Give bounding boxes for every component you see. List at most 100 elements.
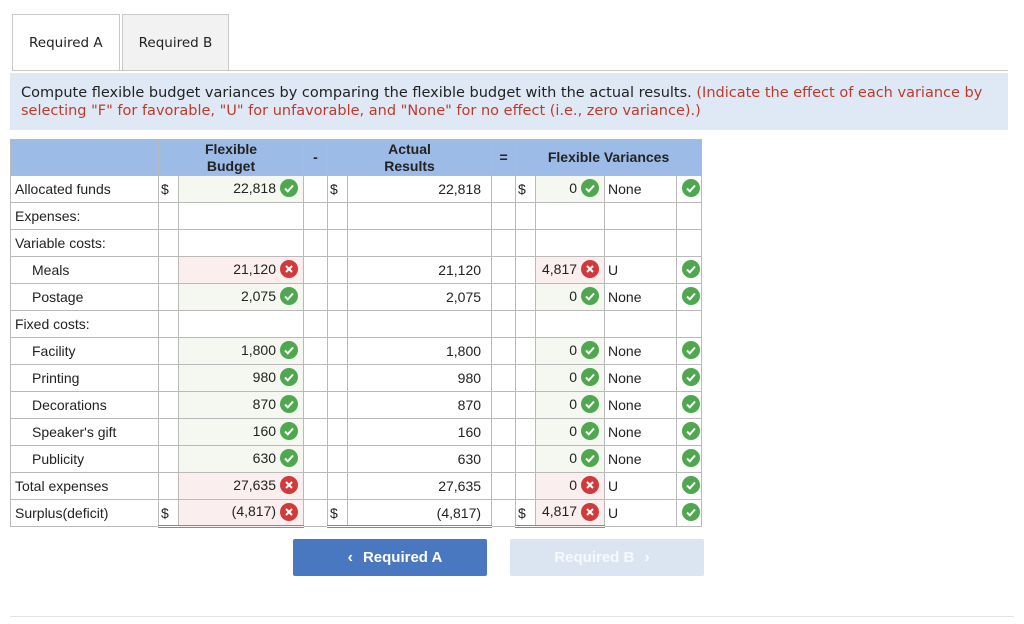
check-circle-icon	[581, 341, 600, 360]
actual-value: 870	[347, 391, 493, 419]
actual-value: 1,800	[347, 337, 493, 365]
currency-sign: $	[158, 175, 179, 203]
check-circle-icon	[280, 368, 299, 387]
header-flexible-budget: Flexible Budget	[157, 139, 305, 176]
variance-input[interactable]: 0	[535, 445, 606, 473]
check-circle-icon	[581, 395, 600, 414]
check-circle-icon	[682, 449, 701, 468]
flexible-budget-input[interactable]: (4,817)	[177, 499, 305, 528]
table-row: Fixed costs:	[10, 310, 703, 338]
effect-feedback	[676, 391, 703, 419]
effect-feedback	[676, 445, 703, 473]
tab-bar: Required A Required B	[12, 14, 230, 71]
flexible-budget-input[interactable]: 27,635	[177, 472, 305, 500]
check-circle-icon	[280, 179, 299, 198]
effect-select[interactable]: None	[604, 175, 678, 203]
row-label: Publicity	[10, 445, 159, 473]
flexible-budget-input[interactable]: 2,075	[177, 283, 305, 311]
check-circle-icon	[581, 422, 600, 441]
table-row: Expenses:	[10, 202, 703, 230]
effect-feedback	[676, 175, 703, 203]
actual-value: 2,075	[347, 283, 493, 311]
flexible-budget-input[interactable]: 22,818	[177, 175, 305, 203]
row-label: Facility	[10, 337, 159, 365]
table-row: Surplus(deficit) $ (4,817) $ (4,817) $ 4…	[10, 499, 703, 528]
header-blank	[10, 139, 159, 176]
effect-select[interactable]: None	[604, 418, 678, 446]
spacer-cell	[303, 175, 329, 203]
effect-select[interactable]: None	[604, 364, 678, 392]
actual-value: 22,818	[347, 175, 493, 203]
variance-input[interactable]: 0	[535, 418, 606, 446]
flexible-budget-input[interactable]: 870	[177, 391, 305, 419]
variance-table: Flexible Budget - Actual Results = Flexibl…	[10, 139, 703, 528]
x-circle-icon	[581, 502, 600, 521]
effect-select[interactable]: None	[604, 283, 678, 311]
effect-feedback	[676, 256, 703, 284]
chevron-right-icon: ›	[644, 548, 650, 566]
check-circle-icon	[581, 449, 600, 468]
check-circle-icon	[682, 179, 701, 198]
flexible-budget-input[interactable]: 21,120	[177, 256, 305, 284]
variance-input[interactable]: 0	[535, 283, 606, 311]
effect-select[interactable]: U	[604, 499, 678, 527]
header-actual-results: Actual Results	[327, 139, 493, 176]
effect-feedback	[676, 418, 703, 446]
variance-input[interactable]: 4,817	[535, 499, 606, 528]
table-row: Variable costs:	[10, 229, 703, 257]
currency-sign: $	[327, 499, 349, 528]
chevron-left-icon: ‹	[347, 548, 353, 566]
currency-sign: $	[158, 499, 179, 528]
header-row: Flexible Budget - Actual Results = Flexibl…	[10, 139, 703, 176]
effect-select[interactable]: None	[604, 337, 678, 365]
variance-input[interactable]: 0	[535, 472, 606, 500]
table-row: Meals 21,120 21,120 4,817 U	[10, 256, 703, 284]
effect-select[interactable]: None	[604, 391, 678, 419]
actual-value: 160	[347, 418, 493, 446]
x-circle-icon	[280, 260, 299, 279]
row-label: Fixed costs:	[10, 310, 159, 338]
variance-input[interactable]: 0	[535, 175, 606, 203]
effect-select[interactable]: None	[604, 445, 678, 473]
table-row: Postage 2,075 2,075 0 None	[10, 283, 703, 311]
flexible-budget-input[interactable]: 1,800	[177, 337, 305, 365]
variance-input[interactable]: 0	[535, 391, 606, 419]
effect-select[interactable]: U	[604, 256, 678, 284]
actual-value: (4,817)	[347, 499, 493, 528]
x-circle-icon	[581, 260, 600, 279]
table-row: Total expenses 27,635 27,635 0 U	[10, 472, 703, 500]
effect-feedback	[676, 364, 703, 392]
spacer-cell	[491, 175, 517, 203]
row-label: Total expenses	[10, 472, 159, 500]
currency-sign: $	[515, 499, 537, 528]
row-label: Allocated funds	[10, 175, 159, 203]
flexible-budget-input[interactable]: 980	[177, 364, 305, 392]
check-circle-icon	[682, 422, 701, 441]
check-circle-icon	[581, 179, 600, 198]
table-row: Facility 1,800 1,800 0 None	[10, 337, 703, 365]
check-circle-icon	[581, 368, 600, 387]
footer-divider	[10, 616, 1014, 617]
effect-feedback	[676, 499, 703, 527]
variance-input[interactable]: 0	[535, 364, 606, 392]
x-circle-icon	[581, 476, 600, 495]
next-required-b-button[interactable]: Required B ›	[510, 539, 704, 576]
check-circle-icon	[280, 341, 299, 360]
row-label: Meals	[10, 256, 159, 284]
tab-required-a[interactable]: Required A	[12, 14, 120, 71]
tab-required-b[interactable]: Required B	[121, 14, 230, 71]
variance-input[interactable]: 0	[535, 337, 606, 365]
prev-required-a-button[interactable]: ‹ Required A	[293, 539, 487, 576]
variance-input[interactable]: 4,817	[535, 256, 606, 284]
check-circle-icon	[280, 422, 299, 441]
next-button-label: Required B	[554, 549, 635, 566]
check-circle-icon	[682, 368, 701, 387]
flexible-budget-input[interactable]: 160	[177, 418, 305, 446]
row-label: Printing	[10, 364, 159, 392]
effect-select[interactable]: U	[604, 472, 678, 500]
check-circle-icon	[280, 395, 299, 414]
flexible-budget-input[interactable]: 630	[177, 445, 305, 473]
effect-feedback	[676, 337, 703, 365]
check-circle-icon	[280, 449, 299, 468]
table-row: Allocated funds $ 22,818 $ 22,818 $ 0 No…	[10, 175, 703, 203]
